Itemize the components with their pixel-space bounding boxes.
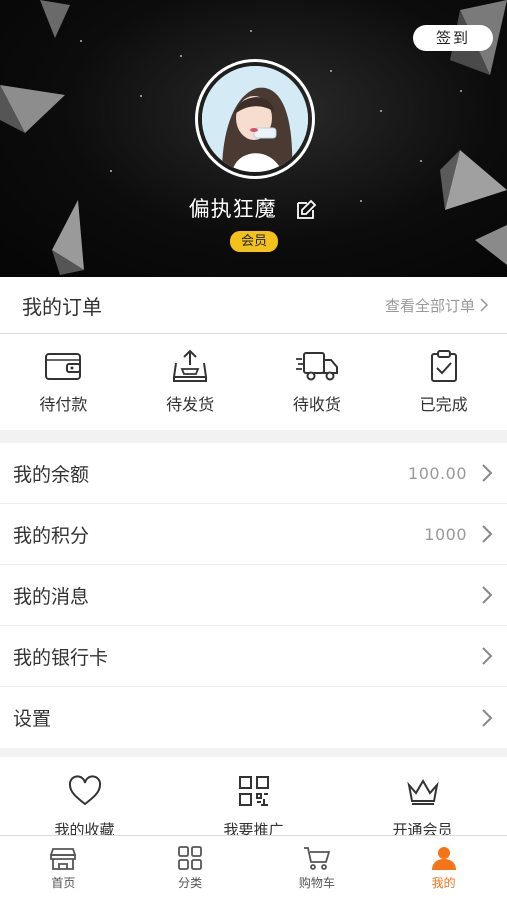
order-status-pending-shipment[interactable]: 待发货 — [127, 334, 254, 430]
star-decoration — [330, 70, 332, 72]
vip-button[interactable]: 开通会员 — [338, 775, 507, 840]
shard-decoration — [0, 85, 65, 133]
view-all-orders-label: 查看全部订单 — [384, 296, 475, 315]
chevron-right-icon — [482, 647, 493, 665]
avatar-portrait-icon — [202, 66, 308, 172]
edit-icon[interactable] — [294, 198, 318, 222]
star-decoration — [460, 90, 462, 92]
user-icon — [431, 847, 456, 870]
order-status-label: 待付款 — [39, 395, 88, 414]
chevron-right-icon — [480, 298, 489, 312]
star-decoration — [180, 55, 182, 57]
menu-item-balance[interactable]: 我的余额 100.00 — [0, 443, 507, 504]
tab-label: 分类 — [178, 876, 203, 890]
heart-icon — [68, 775, 101, 806]
account-menu: 我的余额 100.00 我的积分 1000 我的消息 我的银行卡 设置 — [0, 443, 507, 748]
promote-button[interactable]: 我要推广 — [169, 775, 338, 840]
menu-item-label: 我的银行卡 — [13, 646, 109, 669]
clipboard-check-icon — [430, 350, 457, 382]
menu-item-label: 我的积分 — [13, 524, 90, 547]
username-text: 偏执狂魔 — [188, 197, 277, 221]
star-decoration — [110, 170, 112, 172]
tab-home[interactable]: 首页 — [0, 836, 127, 900]
order-status-row: 待付款 待发货 待收货 已完成 — [0, 334, 507, 430]
view-all-orders-link[interactable]: 查看全部订单 — [385, 295, 489, 316]
bottom-tab-bar: 首页 分类 购物车 我的 — [0, 835, 507, 900]
tab-mine[interactable]: 我的 — [380, 836, 507, 900]
menu-item-bank-card[interactable]: 我的银行卡 — [0, 626, 507, 687]
points-value: 1000 — [424, 524, 467, 544]
avatar-image — [202, 66, 308, 172]
chevron-right-icon — [482, 708, 493, 727]
order-status-pending-payment[interactable]: 待付款 — [0, 334, 127, 430]
menu-item-label: 设置 — [13, 708, 52, 730]
crown-icon — [406, 779, 439, 805]
member-badge: 会员 — [230, 231, 278, 252]
orders-title: 我的订单 — [22, 294, 102, 319]
chevron-right-icon — [482, 586, 493, 604]
shard-decoration — [475, 225, 507, 265]
chevron-right-icon — [482, 464, 493, 482]
cart-icon — [303, 847, 331, 870]
signin-button[interactable]: 签到 — [413, 25, 493, 51]
star-decoration — [80, 40, 82, 42]
orders-header: 我的订单 查看全部订单 — [0, 277, 507, 334]
star-decoration — [380, 110, 382, 112]
menu-item-points[interactable]: 我的积分 1000 — [0, 504, 507, 565]
tab-label: 购物车 — [298, 876, 335, 890]
tab-label: 首页 — [51, 876, 76, 890]
order-status-pending-receipt[interactable]: 待收货 — [254, 334, 381, 430]
avatar[interactable] — [195, 59, 315, 179]
extra-features-row: 我的收藏 我要推广 开通会员 — [0, 757, 507, 840]
favorites-button[interactable]: 我的收藏 — [0, 775, 169, 840]
order-status-label: 待收货 — [292, 395, 341, 414]
profile-header: 签到 偏执狂魔 会员 — [0, 0, 507, 277]
star-decoration — [250, 30, 252, 32]
menu-item-label: 我的消息 — [13, 585, 90, 608]
truck-icon — [295, 352, 338, 381]
extra-features: 我的收藏 我要推广 开通会员 — [0, 757, 507, 847]
chevron-right-icon — [482, 525, 493, 543]
menu-item-settings[interactable]: 设置 — [0, 687, 507, 748]
balance-value: 100.00 — [408, 463, 467, 483]
qrcode-icon — [238, 776, 269, 806]
menu-item-label: 我的余额 — [13, 463, 90, 486]
order-status-completed[interactable]: 已完成 — [380, 334, 507, 430]
store-icon — [50, 848, 77, 870]
order-status-label: 待发货 — [166, 395, 215, 414]
star-decoration — [420, 160, 422, 162]
star-decoration — [140, 95, 142, 97]
tab-category[interactable]: 分类 — [127, 836, 254, 900]
tab-cart[interactable]: 购物车 — [254, 836, 381, 900]
package-out-icon — [172, 349, 208, 382]
grid-icon — [178, 846, 203, 870]
menu-item-messages[interactable]: 我的消息 — [0, 565, 507, 626]
orders-section: 我的订单 查看全部订单 待付款 待发货 待收货 已完成 — [0, 277, 507, 430]
username: 偏执狂魔 — [0, 193, 507, 223]
order-status-label: 已完成 — [419, 395, 468, 414]
wallet-icon — [45, 353, 82, 380]
shard-decoration — [40, 0, 70, 38]
tab-label: 我的 — [431, 876, 456, 890]
